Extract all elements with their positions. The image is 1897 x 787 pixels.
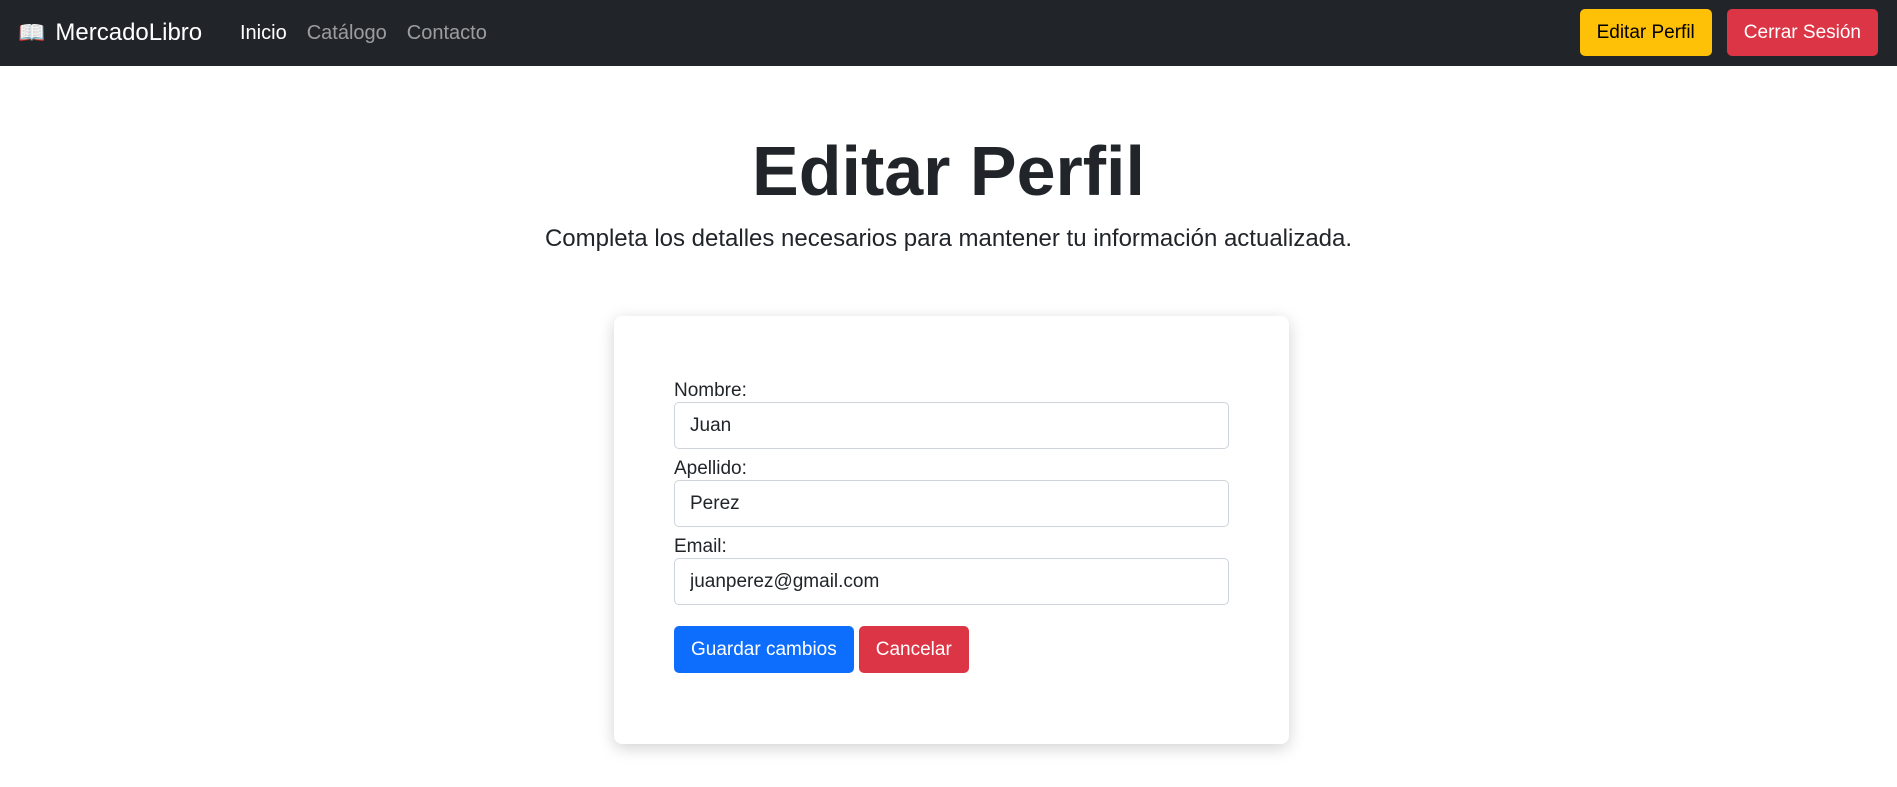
profile-form: Nombre: Apellido: Email: Guardar cambios… bbox=[674, 380, 1229, 673]
nav-link-catalogo[interactable]: Catálogo bbox=[307, 22, 387, 45]
edit-profile-button[interactable]: Editar Perfil bbox=[1579, 9, 1712, 56]
first-name-input[interactable] bbox=[674, 402, 1229, 449]
top-navbar: 📖 MercadoLibro Inicio Catálogo Contacto … bbox=[0, 0, 1897, 66]
save-button[interactable]: Guardar cambios bbox=[674, 626, 854, 673]
book-icon: 📖 bbox=[18, 20, 46, 45]
nav-links: Inicio Catálogo Contacto bbox=[240, 0, 507, 66]
nav-link-inicio[interactable]: Inicio bbox=[240, 22, 287, 45]
email-label: Email: bbox=[674, 536, 727, 557]
last-name-input[interactable] bbox=[674, 480, 1229, 527]
page-subtitle: Completa los detalles necesarios para ma… bbox=[544, 225, 1353, 252]
nav-link-contacto[interactable]: Contacto bbox=[407, 22, 487, 45]
nav-actions: Editar Perfil Cerrar Sesión bbox=[1565, 9, 1878, 56]
profile-form-card: Nombre: Apellido: Email: Guardar cambios… bbox=[614, 316, 1289, 744]
last-name-label: Apellido: bbox=[674, 458, 747, 479]
first-name-label: Nombre: bbox=[674, 380, 747, 401]
page-title: Editar Perfil bbox=[752, 132, 1145, 210]
cancel-button[interactable]: Cancelar bbox=[858, 626, 969, 673]
brand-label: MercadoLibro bbox=[55, 19, 203, 46]
form-actions: Guardar cambios Cancelar bbox=[674, 626, 1229, 673]
logout-button[interactable]: Cerrar Sesión bbox=[1726, 9, 1878, 56]
email-input[interactable] bbox=[674, 558, 1229, 605]
brand-link[interactable]: 📖 MercadoLibro bbox=[18, 0, 202, 66]
